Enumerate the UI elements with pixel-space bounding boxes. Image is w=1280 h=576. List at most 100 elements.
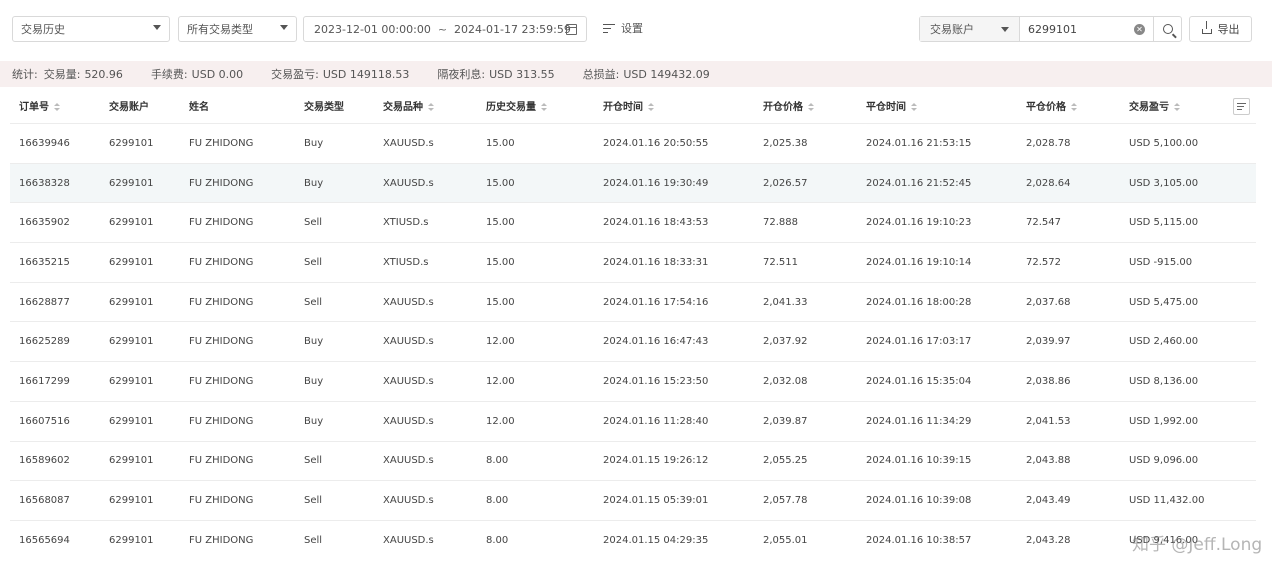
cell-pnl: USD 9,096.00 xyxy=(1129,455,1199,467)
table-row[interactable]: 16638328 6299101 FU ZHIDONG Buy XAUUSD.s 15.0… xyxy=(10,162,1256,203)
header-close-price[interactable]: 平仓价格 xyxy=(1026,98,1077,113)
cell-order-id: 16635215 xyxy=(19,256,70,268)
download-icon xyxy=(1201,21,1212,34)
cell-open-price: 72.888 xyxy=(763,217,798,229)
account-type-select[interactable]: 交易账户 xyxy=(920,17,1020,41)
stats-bar: 统计: 交易量: 520.96 手续费: USD 0.00 交易盈亏: USD 149… xyxy=(0,61,1272,87)
search-button[interactable] xyxy=(1153,17,1181,41)
column-settings-icon[interactable] xyxy=(1233,98,1250,115)
cell-close-price: 2,039.97 xyxy=(1026,336,1071,348)
header-pnl[interactable]: 交易盈亏 xyxy=(1129,98,1180,113)
sort-icon[interactable] xyxy=(428,103,434,111)
cell-name: FU ZHIDONG xyxy=(189,256,254,268)
cell-symbol: XAUUSD.s xyxy=(383,137,434,149)
cell-close-time: 2024.01.16 19:10:14 xyxy=(866,256,972,268)
cell-trade-type: Sell xyxy=(304,296,323,308)
stat-fee-label: 手续费: xyxy=(150,68,188,81)
stat-swap-label: 隔夜利息: xyxy=(437,68,486,81)
table-row[interactable]: 16635902 6299101 FU ZHIDONG Sell XTIUSD.s 15.… xyxy=(10,202,1256,242)
header-order-id[interactable]: 订单号 xyxy=(19,98,60,113)
stat-total: 总损益: USD 149432.09 xyxy=(583,66,710,82)
cell-close-time: 2024.01.16 11:34:29 xyxy=(866,415,972,427)
sort-icon[interactable] xyxy=(541,103,547,111)
table-row[interactable]: 16589602 6299101 FU ZHIDONG Sell XAUUSD.s 8.0… xyxy=(10,440,1256,481)
cell-open-price: 2,037.92 xyxy=(763,336,808,348)
history-select[interactable]: 交易历史 xyxy=(12,16,170,42)
table-row[interactable]: 16625289 6299101 FU ZHIDONG Buy XAUUSD.s 12.0… xyxy=(10,321,1256,361)
cell-trade-type: Sell xyxy=(304,534,323,546)
settings-button[interactable]: 设置 xyxy=(603,20,643,36)
cell-order-id: 16628877 xyxy=(19,296,70,308)
sort-icon[interactable] xyxy=(1071,103,1077,111)
cell-order-id: 16589602 xyxy=(19,455,70,467)
trade-type-select[interactable]: 所有交易类型 xyxy=(178,16,297,42)
date-end[interactable]: 2024-01-17 23:59:59 xyxy=(454,23,571,36)
header-volume[interactable]: 历史交易量 xyxy=(486,98,547,113)
cell-close-time: 2024.01.16 21:52:45 xyxy=(866,177,972,189)
cell-volume: 12.00 xyxy=(486,375,515,387)
cell-open-time: 2024.01.16 16:47:43 xyxy=(603,336,709,348)
account-search: 交易账户 ✕ xyxy=(919,16,1182,42)
cell-symbol: XTIUSD.s xyxy=(383,217,429,229)
header-name: 姓名 xyxy=(189,98,209,113)
cell-open-time: 2024.01.16 18:43:53 xyxy=(603,217,709,229)
header-open-time[interactable]: 开仓时间 xyxy=(603,98,654,113)
header-label: 交易盈亏 xyxy=(1129,102,1169,113)
cell-trade-type: Sell xyxy=(304,217,323,229)
header-symbol[interactable]: 交易品种 xyxy=(383,98,434,113)
table-row[interactable]: 16639946 6299101 FU ZHIDONG Buy XAUUSD.s 15.0… xyxy=(10,123,1256,163)
cell-volume: 12.00 xyxy=(486,415,515,427)
cell-close-price: 2,043.28 xyxy=(1026,534,1071,546)
cell-open-price: 2,025.38 xyxy=(763,137,808,149)
cell-account: 6299101 xyxy=(109,495,154,507)
cell-volume: 15.00 xyxy=(486,177,515,189)
cell-symbol: XAUUSD.s xyxy=(383,177,434,189)
table-row[interactable]: 16628877 6299101 FU ZHIDONG Sell XAUUSD.s 15.… xyxy=(10,281,1256,322)
cell-pnl: USD 5,115.00 xyxy=(1129,217,1199,229)
trade-type-select-label: 所有交易类型 xyxy=(187,23,253,36)
cell-name: FU ZHIDONG xyxy=(189,495,254,507)
table-row[interactable]: 16635215 6299101 FU ZHIDONG Sell XTIUSD.s 15.… xyxy=(10,242,1256,282)
stat-pnl: 交易盈亏: USD 149118.53 xyxy=(271,66,409,82)
cell-name: FU ZHIDONG xyxy=(189,336,254,348)
cell-name: FU ZHIDONG xyxy=(189,534,254,546)
header-close-time[interactable]: 平仓时间 xyxy=(866,98,917,113)
table-row[interactable]: 16565694 6299101 FU ZHIDONG Sell XAUUSD.s 8.0… xyxy=(10,519,1256,560)
stat-fee: 手续费: USD 0.00 xyxy=(151,66,243,82)
sort-icon[interactable] xyxy=(648,103,654,111)
cell-close-time: 2024.01.16 10:39:08 xyxy=(866,495,972,507)
date-start[interactable]: 2023-12-01 00:00:00 xyxy=(314,23,431,36)
cell-close-price: 2,041.53 xyxy=(1026,415,1071,427)
account-input[interactable] xyxy=(1020,17,1148,41)
cell-account: 6299101 xyxy=(109,296,154,308)
history-select-label: 交易历史 xyxy=(21,23,65,36)
cell-pnl: USD 3,105.00 xyxy=(1129,177,1199,189)
toolbar: 交易历史 所有交易类型 2023-12-01 00:00:00 ~ 2024-0… xyxy=(0,0,1280,60)
cell-symbol: XAUUSD.s xyxy=(383,455,434,467)
stats-prefix: 统计: xyxy=(12,68,38,81)
sort-icon[interactable] xyxy=(808,103,814,111)
cell-order-id: 16607516 xyxy=(19,415,70,427)
clear-icon[interactable]: ✕ xyxy=(1134,24,1145,35)
table-row[interactable]: 16617299 6299101 FU ZHIDONG Buy XAUUSD.s 12.0… xyxy=(10,361,1256,401)
stat-swap: 隔夜利息: USD 313.55 xyxy=(437,66,554,82)
table-row[interactable]: 16568087 6299101 FU ZHIDONG Sell XAUUSD.s 8.0… xyxy=(10,480,1256,520)
chevron-down-icon xyxy=(1001,27,1009,32)
sort-icon[interactable] xyxy=(54,103,60,111)
table-row[interactable]: 16607516 6299101 FU ZHIDONG Buy XAUUSD.s 12.0… xyxy=(10,400,1256,441)
cell-pnl: USD -915.00 xyxy=(1129,256,1193,268)
export-button[interactable]: 导出 xyxy=(1189,16,1252,42)
cell-account: 6299101 xyxy=(109,177,154,189)
cell-trade-type: Buy xyxy=(304,336,324,348)
date-range-picker[interactable]: 2023-12-01 00:00:00 ~ 2024-01-17 23:59:5… xyxy=(303,16,587,42)
cell-open-time: 2024.01.15 05:39:01 xyxy=(603,495,709,507)
sort-icon[interactable] xyxy=(911,103,917,111)
cell-close-time: 2024.01.16 18:00:28 xyxy=(866,296,972,308)
cell-order-id: 16617299 xyxy=(19,375,70,387)
cell-open-time: 2024.01.15 04:29:35 xyxy=(603,534,709,546)
cell-trade-type: Sell xyxy=(304,256,323,268)
cell-trade-type: Sell xyxy=(304,455,323,467)
header-open-price[interactable]: 开仓价格 xyxy=(763,98,814,113)
stat-pnl-value: USD 149118.53 xyxy=(322,68,410,81)
sort-icon[interactable] xyxy=(1174,103,1180,111)
